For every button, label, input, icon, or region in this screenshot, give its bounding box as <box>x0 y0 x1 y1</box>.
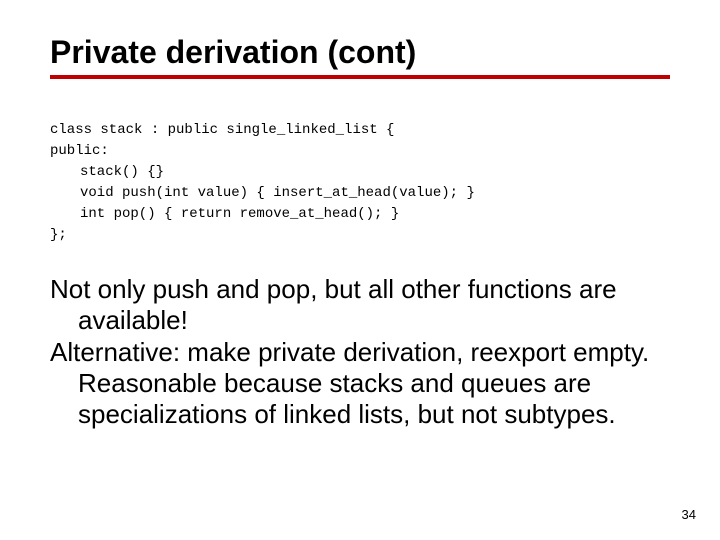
code-block: class stack : public single_linked_list … <box>50 99 670 246</box>
code-line: int pop() { return remove_at_head(); } <box>50 204 399 225</box>
code-line: public: <box>50 143 109 159</box>
code-line: }; <box>50 227 67 243</box>
page-number: 34 <box>682 507 696 522</box>
code-line: class stack : public single_linked_list … <box>50 122 394 138</box>
body-paragraph: Not only push and pop, but all other fun… <box>50 274 670 335</box>
slide: Private derivation (cont) class stack : … <box>0 0 720 540</box>
code-line: void push(int value) { insert_at_head(va… <box>50 183 475 204</box>
body-text: Not only push and pop, but all other fun… <box>50 274 670 429</box>
title-underline <box>50 75 670 79</box>
slide-title: Private derivation (cont) <box>50 34 670 71</box>
body-paragraph: Alternative: make private derivation, re… <box>50 337 670 429</box>
code-line: stack() {} <box>50 162 164 183</box>
